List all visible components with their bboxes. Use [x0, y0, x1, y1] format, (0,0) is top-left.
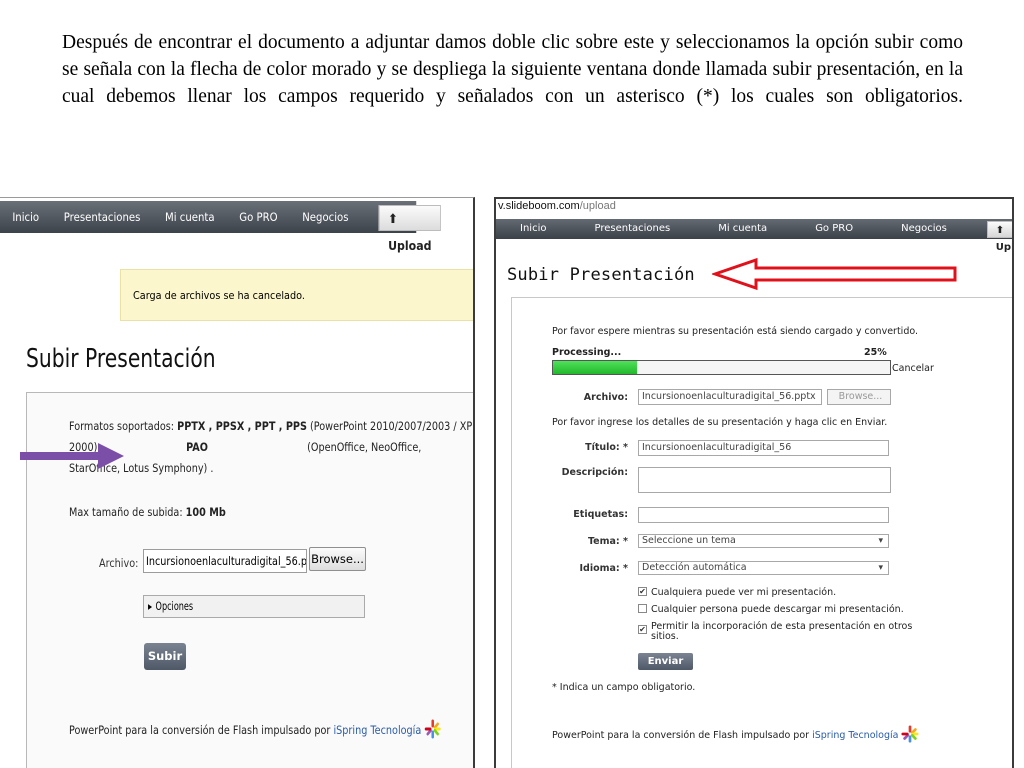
titulo-input[interactable]: Incursionoenlaculturadigital_56	[638, 440, 889, 456]
tema-select[interactable]: Seleccione un tema	[638, 534, 889, 548]
nav-negocios[interactable]: Negocios	[290, 201, 361, 233]
left-screenshot: Inicio Presentaciones Mi cuenta Go PRO N…	[0, 197, 475, 768]
page-title: Subir Presentación	[26, 344, 216, 374]
check3-label-2: sitios.	[651, 631, 679, 642]
nav-go-pro[interactable]: Go PRO	[791, 219, 877, 239]
formats-detail-3: StarOffice, Lotus Symphony) .	[69, 461, 214, 475]
formats-list: PPTX , PPSX , PPT , PPS	[177, 419, 307, 433]
wait-text: Por favor espere mientras su presentació…	[552, 326, 919, 337]
browse-button[interactable]: Browse...	[309, 547, 366, 571]
check1-label: Cualquiera puede ver mi presentación.	[651, 587, 837, 598]
ispring-link[interactable]: iSpring Tecnología	[333, 723, 421, 737]
ispring-logo-icon	[424, 719, 441, 739]
nav-mi-cuenta[interactable]: Mi cuenta	[694, 219, 791, 239]
footer-text: PowerPoint para la conversión de Flash i…	[69, 719, 441, 739]
details-text: Por favor ingrese los detalles de su pre…	[552, 417, 888, 428]
upload-arrow-icon: ⬆	[388, 212, 398, 227]
check1-checkbox[interactable]: ✔	[638, 587, 647, 596]
check3-checkbox[interactable]: ✔	[638, 625, 647, 634]
formats-pao: PAO	[186, 440, 209, 454]
file-input[interactable]: Incursionoenlaculturadigital_56.pptx	[638, 389, 822, 405]
triangle-right-icon: ▸	[148, 599, 153, 613]
etiquetas-input[interactable]	[638, 507, 889, 523]
page-title: Subir Presentación	[507, 265, 695, 285]
ispring-logo-icon	[901, 725, 920, 743]
cancel-notice-text: Carga de archivos se ha cancelado.	[133, 289, 305, 302]
nav-go-pro[interactable]: Go PRO	[227, 201, 290, 233]
upload-label: Upload	[995, 241, 1014, 253]
nav-inicio[interactable]: Inicio	[496, 219, 570, 239]
opciones-toggle[interactable]: ▸ Opciones	[143, 595, 365, 618]
url-host: v.slideboom.com	[498, 200, 580, 212]
opciones-label: Opciones	[155, 599, 194, 613]
cancel-notice: Carga de archivos se ha cancelado.	[120, 269, 473, 321]
formats-label: Formatos soportados:	[69, 419, 175, 433]
ispring-link[interactable]: iSpring Tecnología	[812, 730, 898, 741]
archivo-label: Archivo:	[583, 392, 628, 403]
enviar-button[interactable]: Enviar	[638, 653, 693, 670]
nav-upload-tab[interactable]: ⬆ Upload	[986, 220, 1012, 253]
url-bar[interactable]: v.slideboom.com/upload	[498, 200, 616, 212]
formats-openoffice: (OpenOffice, NeoOffice,	[307, 440, 422, 454]
archivo-label: Archivo:	[99, 556, 139, 570]
file-name: Incursionoenlaculturadigital_56.pptx	[146, 554, 307, 568]
file-input[interactable]: Incursionoenlaculturadigital_56.pptx	[143, 549, 307, 573]
browse-button[interactable]: Browse...	[827, 389, 891, 405]
upload-form-box: Por favor espere mientras su presentació…	[511, 297, 1012, 768]
max-size-text: Max tamaño de subida: 100 Mb	[69, 505, 226, 519]
nav-negocios[interactable]: Negocios	[877, 219, 971, 239]
check2-checkbox[interactable]	[638, 604, 647, 613]
nav-inicio[interactable]: Inicio	[0, 201, 51, 233]
check2-label: Cualquier persona puede descargar mi pre…	[651, 604, 904, 615]
max-size-value: 100 Mb	[185, 505, 226, 519]
progress-bar	[552, 360, 891, 375]
etiquetas-label: Etiquetas:	[573, 509, 628, 520]
nav-mi-cuenta[interactable]: Mi cuenta	[153, 201, 227, 233]
nav-upload-tab[interactable]: ⬆ Upload	[378, 205, 442, 253]
progress-percent: 25%	[864, 347, 887, 358]
upload-arrow-icon: ⬆	[995, 224, 1005, 236]
footer-label: PowerPoint para la conversión de Flash i…	[69, 723, 331, 737]
formats-text: Formatos soportados: PPTX , PPSX , PPT ,…	[69, 416, 475, 479]
purple-arrow-icon	[20, 443, 124, 469]
progress-fill	[553, 361, 638, 374]
processing-label: Processing...	[552, 347, 622, 358]
footer-text: PowerPoint para la conversión de Flash i…	[552, 725, 920, 743]
nav-presentaciones[interactable]: Presentaciones	[51, 201, 152, 233]
formats-detail: (PowerPoint 2010/2007/2003 / XP /	[310, 419, 475, 433]
subir-button[interactable]: Subir	[144, 643, 186, 670]
max-size-label: Max tamaño de subida:	[69, 505, 183, 519]
descripcion-label: Descripción:	[561, 467, 628, 478]
idioma-select[interactable]: Detección automática	[638, 561, 889, 575]
footer-label: PowerPoint para la conversión de Flash i…	[552, 730, 810, 741]
titulo-label: Título: *	[585, 442, 628, 453]
check3-label: Permitir la incorporación de esta presen…	[651, 621, 913, 632]
red-arrow-icon	[712, 257, 957, 291]
idioma-label: Idioma: *	[579, 563, 628, 574]
descripcion-textarea[interactable]	[638, 467, 891, 493]
cancel-link[interactable]: Cancelar	[892, 363, 934, 374]
url-path: /upload	[579, 200, 616, 212]
nav-presentaciones[interactable]: Presentaciones	[570, 219, 694, 239]
tema-label: Tema: *	[587, 536, 628, 547]
upload-label: Upload	[388, 238, 432, 253]
required-note: * Indica un campo obligatorio.	[552, 682, 696, 693]
instruction-text: Después de encontrar el documento a adju…	[62, 32, 963, 107]
right-nav-bar: Inicio Presentaciones Mi cuenta Go PRO N…	[496, 219, 1012, 253]
left-nav-bar: Inicio Presentaciones Mi cuenta Go PRO N…	[0, 201, 442, 253]
